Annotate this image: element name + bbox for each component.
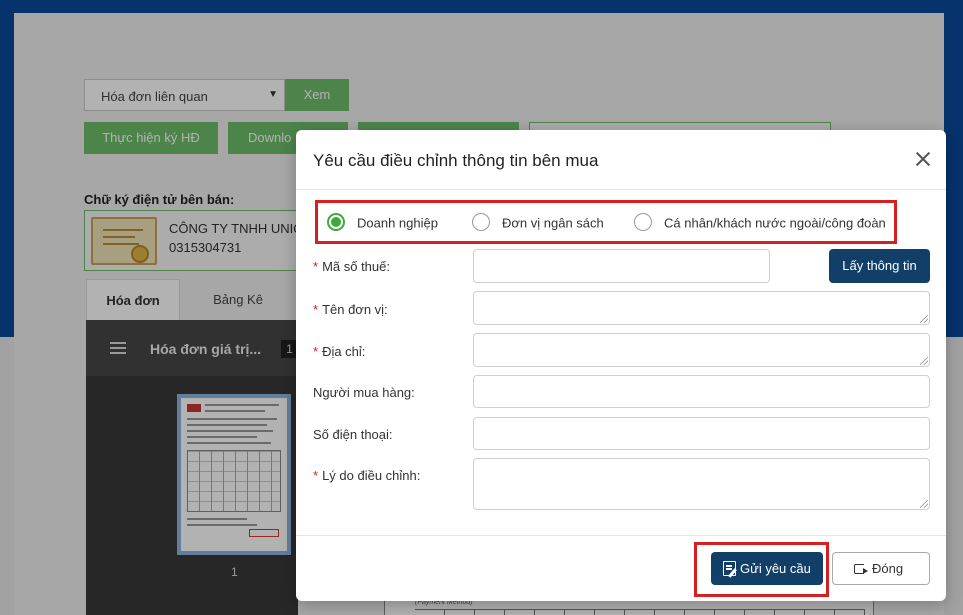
- reason-label: * Lý do điều chỉnh:: [313, 468, 421, 483]
- radio-individual[interactable]: Cá nhân/khách nước ngoài/công đoàn: [634, 213, 886, 233]
- reason-input[interactable]: [473, 458, 930, 510]
- send-request-label: Gửi yêu cầu: [740, 561, 811, 576]
- modal-title: Yêu cầu điều chỉnh thông tin bên mua: [313, 151, 599, 170]
- tax-code-input[interactable]: [473, 249, 770, 283]
- phone-input[interactable]: [473, 417, 930, 450]
- modal-footer-divider: [296, 535, 946, 536]
- close-icon[interactable]: [914, 150, 932, 168]
- phone-label: Số điện thoại:: [313, 427, 393, 442]
- unit-name-input[interactable]: [473, 291, 930, 325]
- edit-form-icon: [723, 561, 736, 576]
- close-button[interactable]: Đóng: [832, 552, 930, 585]
- modal-header: Yêu cầu điều chỉnh thông tin bên mua: [296, 130, 946, 190]
- send-request-button[interactable]: Gửi yêu cầu: [711, 552, 823, 585]
- radio-individual-label: Cá nhân/khách nước ngoài/công đoàn: [664, 215, 886, 231]
- radio-budget-unit[interactable]: Đơn vị ngân sách: [472, 213, 604, 233]
- adjust-buyer-info-modal: Yêu cầu điều chỉnh thông tin bên mua Doa…: [296, 130, 946, 601]
- buyer-label: Người mua hàng:: [313, 385, 415, 400]
- radio-enterprise[interactable]: Doanh nghiệp: [327, 213, 438, 233]
- address-input[interactable]: [473, 333, 930, 367]
- tax-code-label: * Mã số thuế:: [313, 259, 390, 274]
- unit-name-label: * Tên đơn vị:: [313, 302, 388, 317]
- sign-out-icon: [854, 564, 868, 574]
- close-button-label: Đóng: [872, 561, 904, 576]
- address-label: * Địa chỉ:: [313, 344, 366, 359]
- radio-budget-unit-label: Đơn vị ngân sách: [502, 215, 604, 231]
- radio-enterprise-label: Doanh nghiệp: [357, 215, 438, 231]
- radio-unchecked-icon: [634, 213, 652, 231]
- buyer-input[interactable]: [473, 375, 930, 408]
- radio-unchecked-icon: [472, 213, 490, 231]
- fetch-info-button[interactable]: Lấy thông tin: [829, 249, 930, 283]
- buyer-type-radio-group: Doanh nghiệp Đơn vị ngân sách Cá nhân/kh…: [315, 200, 897, 244]
- radio-checked-icon: [327, 213, 345, 231]
